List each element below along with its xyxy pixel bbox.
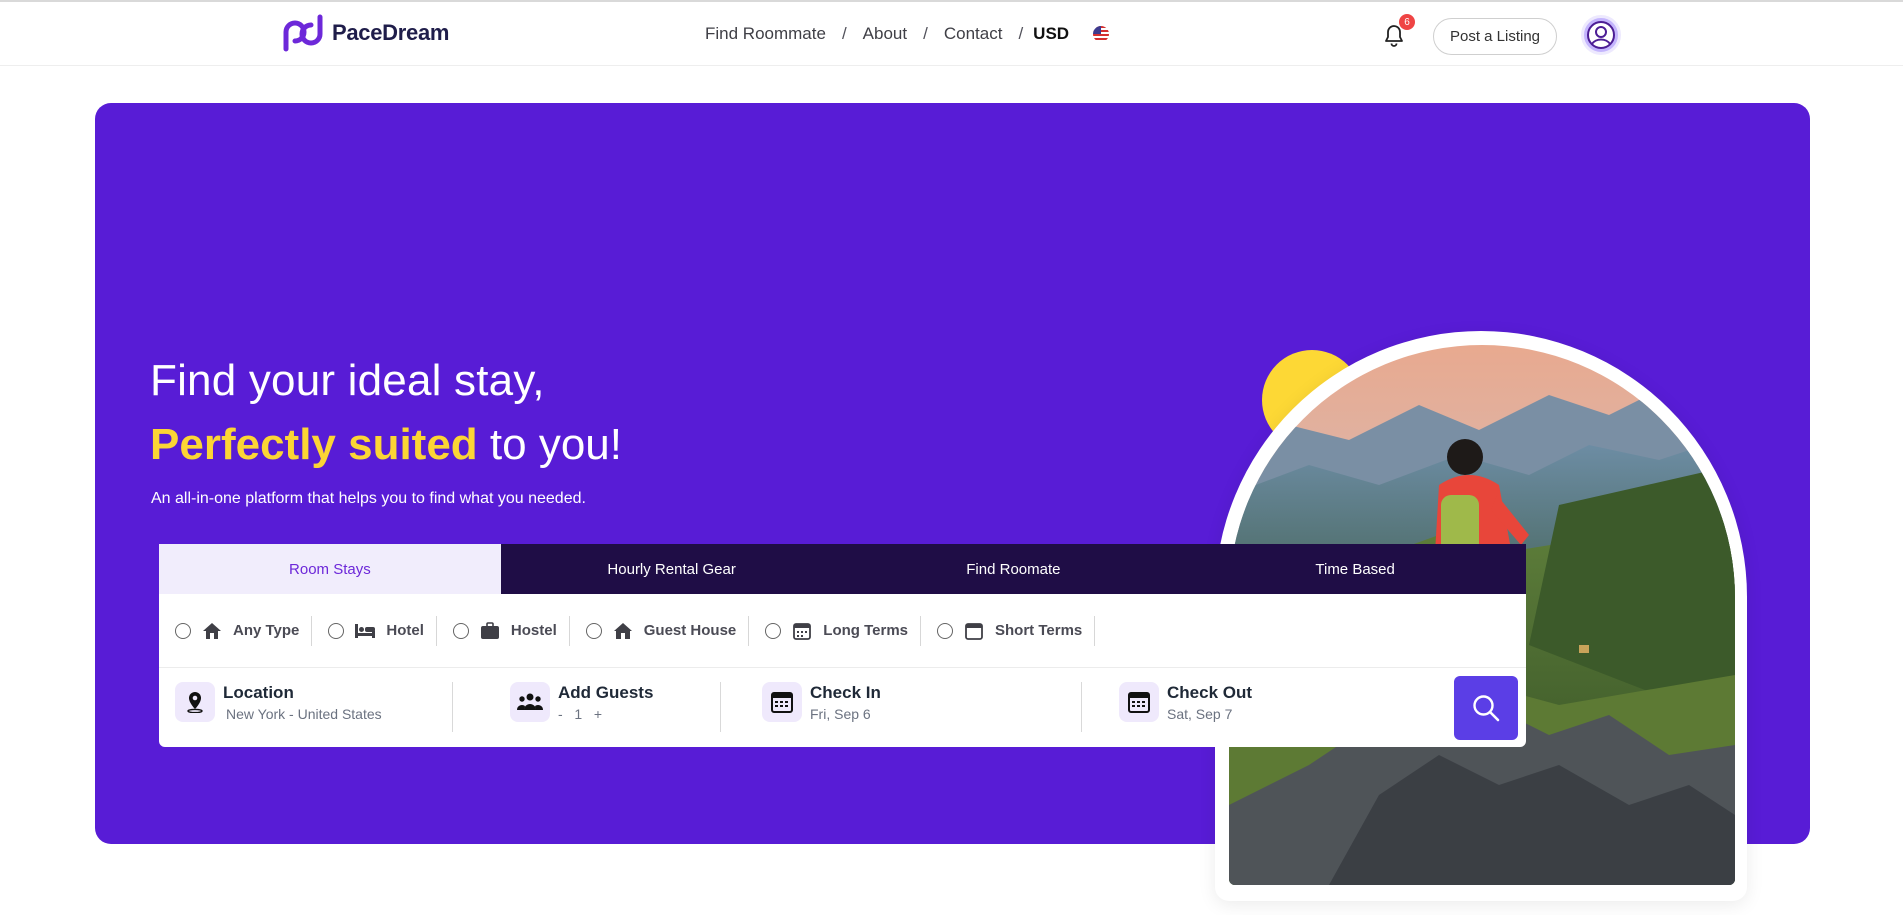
nav-find-roommate[interactable]: Find Roommate <box>705 24 826 44</box>
radio[interactable] <box>328 622 345 639</box>
check-in-title: Check In <box>810 682 881 702</box>
brand-name: PaceDream <box>332 20 450 45</box>
type-hostel[interactable]: Hostel <box>452 615 570 646</box>
check-out-value: Sat, Sep 7 <box>1167 705 1233 722</box>
check-in-value: Fri, Sep 6 <box>810 705 871 722</box>
radio[interactable] <box>175 622 191 639</box>
avatar[interactable] <box>1581 15 1621 55</box>
type-short-terms[interactable]: Short Terms <box>937 615 1096 646</box>
type-any[interactable]: Any Type <box>175 615 313 646</box>
house-icon <box>612 620 634 642</box>
site-header: PaceDream Find Roommate / About / Contac… <box>0 2 1903 66</box>
logo[interactable]: PaceDream <box>280 14 449 52</box>
tab-hourly-rental-gear[interactable]: Hourly Rental Gear <box>501 544 843 594</box>
radio[interactable] <box>937 622 954 639</box>
calendar-grid-icon <box>791 620 813 642</box>
stay-type-filters: Any Type Hotel Hostel Guest House Long T… <box>159 594 1526 668</box>
type-hotel[interactable]: Hotel <box>328 615 437 646</box>
users-icon <box>510 682 550 722</box>
type-label: Short Terms <box>995 622 1083 639</box>
radio[interactable] <box>452 622 469 639</box>
check-out-title: Check Out <box>1167 682 1253 702</box>
type-guest-house[interactable]: Guest House <box>585 615 750 646</box>
location-value: New York - United States <box>226 705 382 722</box>
hero-title-line2: Perfectly suited to you! <box>150 420 622 470</box>
location-field[interactable]: Location New York - United States <box>175 682 382 722</box>
nav-separator: / <box>1018 24 1024 43</box>
nav-contact[interactable]: Contact <box>944 24 1003 44</box>
calendar-icon <box>963 620 985 642</box>
type-label: Hotel <box>386 622 424 639</box>
post-listing-button[interactable]: Post a Listing <box>1433 18 1557 55</box>
bed-icon <box>354 620 376 642</box>
tab-find-roomate[interactable]: Find Roomate <box>843 544 1185 594</box>
type-label: Any Type <box>233 622 300 639</box>
search-button[interactable] <box>1454 676 1518 740</box>
hero-highlight: Perfectly suited <box>150 420 478 469</box>
guests-field[interactable]: Add Guests - 1 + <box>510 682 653 722</box>
nav-separator: / <box>923 24 928 43</box>
guest-count: 1 <box>574 705 583 722</box>
calendar-icon <box>762 682 802 722</box>
divider <box>720 682 721 732</box>
search-panel: Any Type Hotel Hostel Guest House Long T… <box>159 594 1526 747</box>
hero-title: Find your ideal stay, <box>150 356 545 405</box>
type-label: Long Terms <box>823 622 909 639</box>
currency-selector[interactable]: USD <box>1033 24 1069 44</box>
type-label: Hostel <box>510 622 557 639</box>
notification-badge: 6 <box>1399 14 1415 30</box>
check-in-field[interactable]: Check In Fri, Sep 6 <box>762 682 881 722</box>
radio[interactable] <box>765 622 782 639</box>
nav-about[interactable]: About <box>863 24 907 44</box>
guest-plus-button[interactable]: + <box>594 706 602 722</box>
briefcase-icon <box>479 620 501 642</box>
home-icon <box>201 620 223 642</box>
logo-icon <box>283 14 323 52</box>
calendar-icon <box>1119 682 1159 722</box>
hero-title-rest: to you! <box>477 420 622 469</box>
tab-time-based[interactable]: Time Based <box>1184 544 1526 594</box>
hero-subtitle: An all-in-one platform that helps you to… <box>151 490 586 507</box>
tab-room-stays[interactable]: Room Stays <box>159 544 501 594</box>
guest-minus-button[interactable]: - <box>558 706 563 722</box>
main-nav: Find Roommate / About / Contact / USD <box>705 24 1110 44</box>
search-fields: Location New York - United States Add Gu… <box>159 668 1526 747</box>
us-flag-icon[interactable] <box>1093 26 1110 42</box>
search-tabs: Room Stays Hourly Rental Gear Find Rooma… <box>159 544 1526 594</box>
location-title: Location <box>223 682 294 702</box>
radio[interactable] <box>585 622 602 639</box>
type-long-terms[interactable]: Long Terms <box>765 615 922 646</box>
check-out-field[interactable]: Check Out Sat, Sep 7 <box>1119 682 1252 722</box>
guests-title: Add Guests <box>558 682 654 702</box>
guest-stepper: - 1 + <box>558 706 653 722</box>
user-circle-icon <box>1587 21 1615 49</box>
nav-separator: / <box>841 24 847 43</box>
divider <box>1081 682 1082 732</box>
divider <box>452 682 453 732</box>
location-pin-icon <box>175 682 215 722</box>
search-icon <box>1473 695 1500 722</box>
type-label: Guest House <box>643 622 737 639</box>
